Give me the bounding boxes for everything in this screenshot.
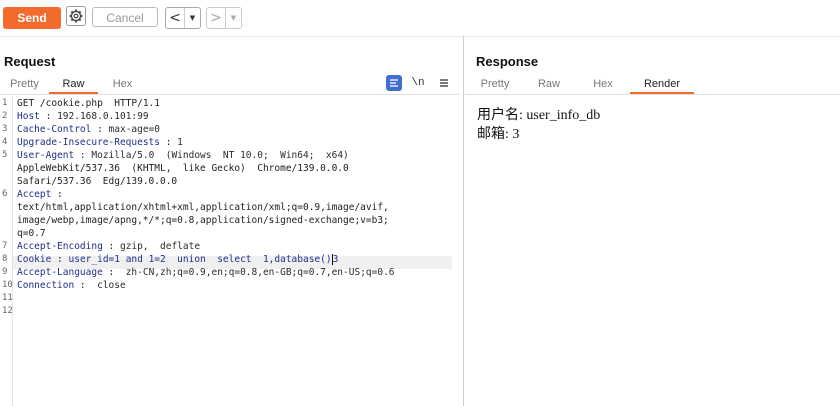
forward-arrow-icon[interactable]: > [207,8,225,28]
header-name: Connection [17,280,75,291]
line-number: 7 [2,241,8,251]
request-tab-hex[interactable]: Hex [98,74,147,94]
line-number: 12 [2,306,13,316]
header-value: zh-CN,zh;q=0.9,en;q=0.8,en-GB;q=0.7,en-U… [114,267,395,278]
header-value: max-age=0 [102,124,161,135]
header-name: User-Agent [17,150,75,161]
response-tab-hex[interactable]: Hex [576,74,630,94]
line-number: 2 [2,111,8,121]
header-colon: : [102,241,115,252]
request-line[interactable]: Cache-Control : max-age=0 [17,123,160,136]
forward-nav-group: > ▼ [206,7,242,29]
header-name: Cache-Control [17,124,92,135]
toolbar: Send Cancel < ▼ > ▼ [0,0,840,36]
request-line[interactable]: text/html,application/xhtml+xml,applicat… [17,201,389,214]
header-colon: : [91,124,103,135]
header-colon: : [51,189,63,200]
response-tab-render[interactable]: Render [630,74,694,94]
header-value: 192.168.0.101:99 [51,111,149,122]
line-number: 10 [2,280,13,290]
request-tabs-underline [0,94,460,95]
request-line[interactable]: Safari/537.36 Edg/139.0.0.0 [17,175,177,188]
header-colon: : [51,254,63,265]
header-colon: : [160,137,172,148]
line-number: 6 [2,189,8,199]
line-number: 5 [2,150,8,160]
header-name: Host [17,111,40,122]
gear-icon [69,9,83,23]
request-line[interactable]: Accept : [17,188,63,201]
header-name: Upgrade-Insecure-Requests [17,137,160,148]
line-number: 11 [2,293,13,303]
render-line-username: 用户名: user_info_db [477,108,601,123]
request-line[interactable]: Accept-Language : zh-CN,zh;q=0.9,en;q=0.… [17,266,395,279]
request-line[interactable]: Host : 192.168.0.101:99 [17,110,149,123]
header-value: 1 [171,137,183,148]
newline-icon[interactable]: \n [410,75,426,91]
request-line[interactable]: User-Agent : Mozilla/5.0 (Windows NT 10.… [17,149,349,162]
header-colon: : [39,111,52,122]
header-name: Accept-Language [17,267,103,278]
header-colon: : [74,150,86,161]
forward-history-dropdown-icon[interactable]: ▼ [225,8,241,28]
request-line[interactable]: GET /cookie.php HTTP/1.1 [17,97,160,110]
response-tabs-underline [465,94,840,95]
request-tab-pretty[interactable]: Pretty [0,74,49,94]
request-line[interactable]: Cookie : user_id=1 and 1=2 union select … [17,253,338,266]
request-line[interactable]: q=0.7 [17,227,46,240]
send-button[interactable]: Send [3,7,61,29]
header-value: close [85,280,126,291]
response-title: Response [476,54,539,69]
header-value: Mozilla/5.0 (Windows NT 10.0; Win64; x64… [85,150,349,161]
header-value: user_id=1 and 1=2 union select 1,databas… [62,254,332,265]
line-number: 4 [2,137,8,147]
request-title: Request [4,54,56,69]
request-line[interactable]: image/webp,image/apng,*/*;q=0.8,applicat… [17,214,389,227]
request-line[interactable]: Accept-Encoding : gzip, deflate [17,240,200,253]
settings-button[interactable] [66,6,86,26]
back-history-dropdown-icon[interactable]: ▼ [184,8,200,28]
response-tabs: Pretty Raw Hex Render [468,74,694,94]
request-tabs: Pretty Raw Hex [0,74,147,94]
line-number: 3 [2,124,8,134]
toolbar-divider [0,36,840,37]
line-number: 8 [2,254,8,264]
response-tab-raw[interactable]: Raw [522,74,576,94]
panel-divider[interactable] [463,36,464,406]
back-nav-group: < ▼ [165,7,201,29]
request-tab-raw[interactable]: Raw [49,74,98,94]
header-value: gzip, deflate [114,241,201,252]
line-number: 1 [2,98,8,108]
header-colon: : [74,280,86,291]
header-colon: : [102,267,115,278]
header-value-tail: 3 [332,254,339,265]
request-line[interactable]: Connection : close [17,279,126,292]
header-name: Cookie [17,254,52,265]
menu-icon[interactable] [436,75,452,91]
render-line-email: 邮箱: 3 [477,127,520,142]
back-arrow-icon[interactable]: < [166,8,184,28]
request-line[interactable]: AppleWebKit/537.36 (KHTML, like Gecko) C… [17,162,349,175]
response-tab-pretty[interactable]: Pretty [468,74,522,94]
header-name: Accept-Encoding [17,241,103,252]
request-line[interactable]: Upgrade-Insecure-Requests : 1 [17,136,183,149]
line-number: 9 [2,267,8,277]
cancel-button[interactable]: Cancel [92,7,158,27]
header-name: Accept [17,189,52,200]
pretty-print-icon[interactable] [386,75,402,91]
rendered-response: 用户名: user_info_db 邮箱: 3 [477,106,600,144]
